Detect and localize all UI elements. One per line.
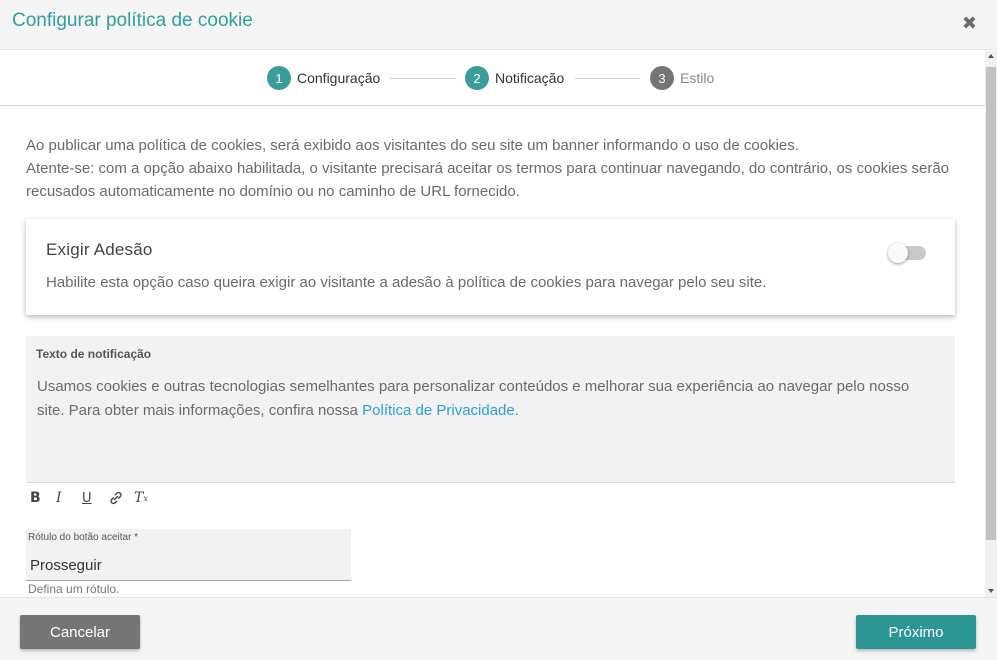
accept-field-label: Rótulo do botão aceitar * — [28, 532, 139, 543]
step-configuracao[interactable]: 1 Configuração — [267, 66, 380, 90]
underline-button[interactable]: U — [82, 488, 108, 508]
adhesion-card: Exigir Adesão Habilite esta opção caso q… — [26, 219, 955, 315]
content-scrollbar[interactable] — [985, 51, 997, 597]
dialog-title: Configurar política de cookie — [12, 10, 253, 31]
step-label: Configuração — [297, 70, 381, 86]
adhesion-description: Habilite esta opção caso queira exigir a… — [46, 274, 767, 291]
clear-format-glyph: T — [134, 490, 144, 506]
close-icon[interactable]: ✖ — [962, 14, 977, 32]
editor-toolbar: B I U Tx — [30, 488, 160, 508]
adhesion-toggle[interactable] — [888, 243, 926, 263]
adhesion-title: Exigir Adesão — [46, 240, 153, 259]
scrollbar-thumb[interactable] — [986, 67, 996, 540]
dialog-content: 1 Configuração 2 Notificação 3 Estilo Ao… — [0, 51, 985, 597]
accept-label-input[interactable] — [30, 554, 340, 576]
stepper: 1 Configuração 2 Notificação 3 Estilo — [0, 51, 985, 106]
step-notificacao[interactable]: 2 Notificação — [465, 66, 564, 90]
intro-text: Ao publicar uma política de cookies, ser… — [26, 134, 966, 203]
notification-editor[interactable]: Texto de notificação Usamos cookies e ou… — [26, 336, 955, 483]
step-number: 1 — [267, 66, 291, 90]
privacy-policy-link[interactable]: Política de Privacidade — [362, 402, 515, 419]
step-estilo[interactable]: 3 Estilo — [650, 66, 714, 90]
clear-format-button[interactable]: Tx — [134, 488, 160, 508]
step-label: Notificação — [495, 70, 565, 86]
cancel-button[interactable]: Cancelar — [20, 615, 140, 649]
toggle-knob — [888, 243, 908, 263]
italic-button[interactable]: I — [56, 488, 82, 508]
link-icon[interactable] — [108, 488, 134, 508]
step-label: Estilo — [680, 70, 715, 86]
intro-line-2: Atente-se: com a opção abaixo habilitada… — [26, 160, 950, 200]
bold-button[interactable]: B — [30, 488, 56, 508]
next-button[interactable]: Próximo — [856, 615, 976, 649]
intro-line-1: Ao publicar uma política de cookies, ser… — [26, 137, 799, 154]
dialog-footer: Cancelar Próximo — [0, 597, 997, 660]
accept-button-label-field: Rótulo do botão aceitar * — [26, 529, 351, 581]
clear-format-sub: x — [143, 493, 148, 503]
step-connector — [575, 78, 640, 79]
notification-text[interactable]: Usamos cookies e outras tecnologias seme… — [37, 375, 937, 423]
scroll-up-icon[interactable] — [988, 54, 994, 58]
notification-label: Texto de notificação — [36, 347, 152, 361]
accept-field-hint: Defina um rótulo. — [28, 582, 120, 596]
scroll-down-icon[interactable] — [988, 589, 994, 593]
step-number: 3 — [650, 66, 674, 90]
step-number: 2 — [465, 66, 489, 90]
notification-end: . — [514, 402, 519, 419]
step-connector — [390, 78, 456, 79]
dialog-header: Configurar política de cookie ✖ — [0, 0, 997, 50]
